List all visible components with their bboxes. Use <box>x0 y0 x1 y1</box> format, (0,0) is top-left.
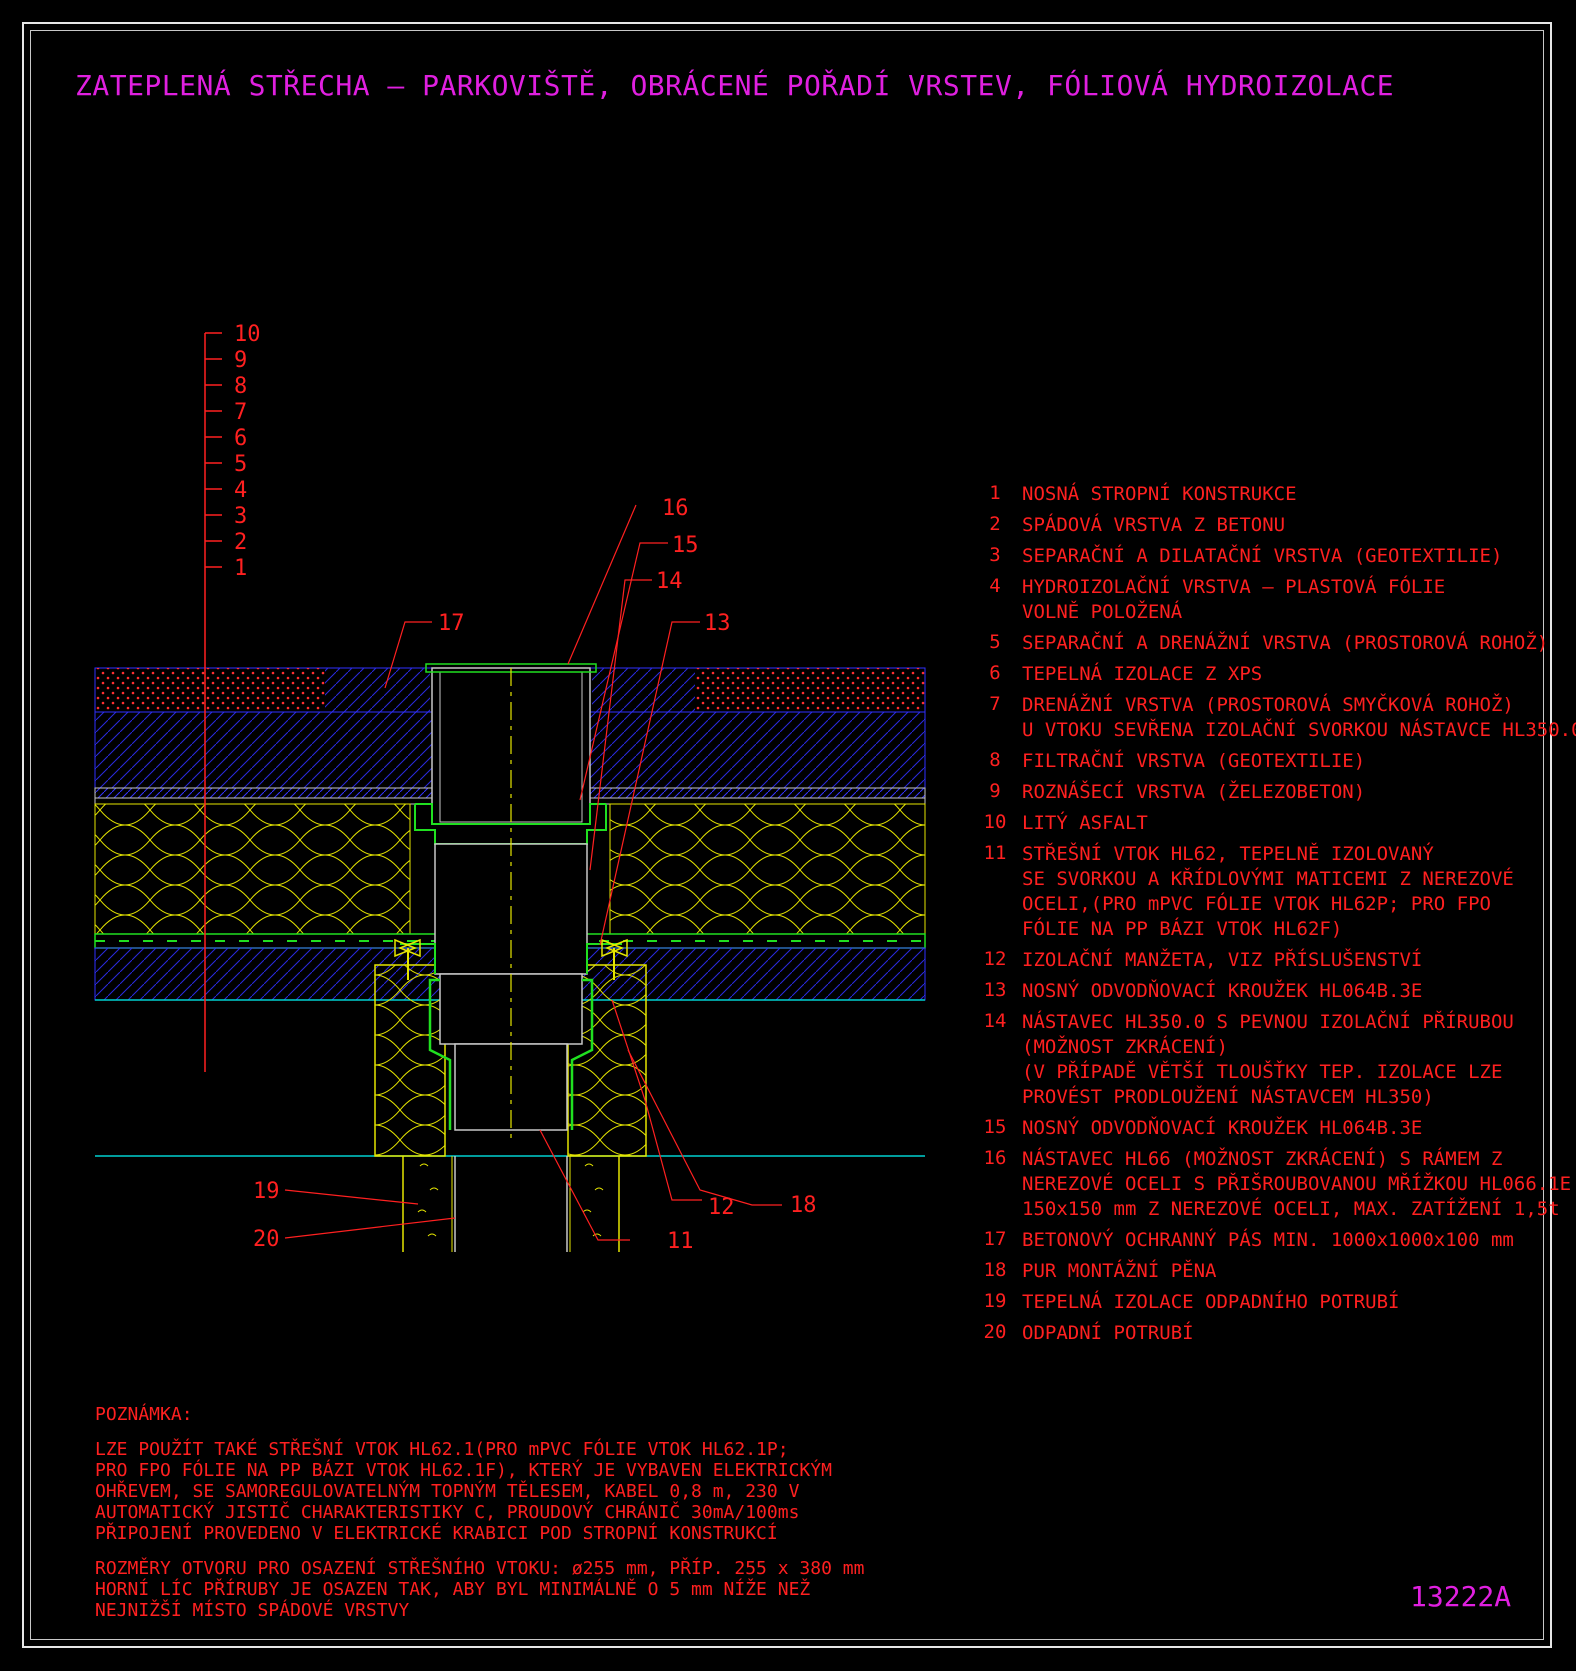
legend-item-text: 150x150 mm Z NEREZOVÉ OCELI, MAX. ZATÍŽE… <box>1022 1198 1560 1220</box>
legend-item-text: PUR MONTÁŽNÍ PĚNA <box>1022 1260 1217 1282</box>
legend-item-text: IZOLAČNÍ MANŽETA, VIZ PŘÍSLUŠENSTVÍ <box>1022 949 1423 971</box>
legend-item-text: PROVÉST PRODLOUŽENÍ NÁSTAVCEM HL350) <box>1022 1086 1434 1108</box>
callout-20: 20 <box>253 1227 280 1252</box>
legend-item-number: 7 <box>989 693 1001 715</box>
note-line: PŘIPOJENÍ PROVEDENO V ELEKTRICKÉ KRABICI… <box>95 1523 778 1544</box>
layer-scale-label: 8 <box>234 374 247 399</box>
legend-item-text: ODPADNÍ POTRUBÍ <box>1022 1322 1194 1344</box>
legend-item-text: TEPELNÁ IZOLACE Z XPS <box>1022 663 1263 685</box>
legend-item-text: DRENÁŽNÍ VRSTVA (PROSTOROVÁ SMYČKOVÁ ROH… <box>1022 694 1514 716</box>
xps-insulation-left <box>94 803 411 935</box>
legend-item-text: ROZNÁŠECÍ VRSTVA (ŽELEZOBETON) <box>1022 781 1366 803</box>
layer-scale-label: 4 <box>234 478 247 503</box>
legend-item-number: 6 <box>989 662 1001 684</box>
drawing-code: 13222A <box>1410 1580 1512 1613</box>
layer-scale-label: 5 <box>234 452 247 477</box>
note-line: PRO FPO FÓLIE NA PP BÁZI VTOK HL62.1F), … <box>95 1460 832 1481</box>
note-line: AUTOMATICKÝ JISTIČ CHARAKTERISTIKY C, PR… <box>95 1502 800 1523</box>
legend-item-text: (MOŽNOST ZKRÁCENÍ) <box>1022 1036 1228 1058</box>
note-line: NEJNIŽŠÍ MÍSTO SPÁDOVÉ VRSTVY <box>95 1600 410 1621</box>
concrete-band-hatch-left <box>325 668 430 712</box>
legend-item-text: SEPARAČNÍ A DRENÁŽNÍ VRSTVA (PROSTOROVÁ … <box>1022 632 1549 654</box>
note-line: ROZMĚRY OTVORU PRO OSAZENÍ STŘEŠNÍHO VTO… <box>95 1558 865 1579</box>
callout-13: 13 <box>704 611 731 636</box>
concrete-band-hatch-right <box>592 668 695 712</box>
legend-item-number: 4 <box>989 575 1001 597</box>
layer-scale-label: 1 <box>234 556 247 581</box>
legend-item-number: 17 <box>983 1228 1007 1250</box>
callout-19: 19 <box>253 1179 280 1204</box>
note-heading: POZNÁMKA: <box>95 1404 193 1425</box>
callout-14: 14 <box>656 569 683 594</box>
legend-item-number: 11 <box>983 842 1007 864</box>
legend-item-text: SE SVORKOU A KŘÍDLOVÝMI MATICEMI Z NEREZ… <box>1022 868 1514 890</box>
legend-item-number: 5 <box>989 631 1001 653</box>
legend-item-text: OCELI,(PRO mPVC FÓLIE VTOK HL62P; PRO FP… <box>1022 893 1491 915</box>
legend-item-number: 15 <box>983 1116 1007 1138</box>
note-block: POZNÁMKA: LZE POUŽÍT TAKÉ STŘEŠNÍ VTOK H… <box>95 1404 864 1621</box>
legend-item-number: 1 <box>989 482 1001 504</box>
legend-item-number: 8 <box>989 749 1001 771</box>
legend-item-text: NOSNÁ STROPNÍ KONSTRUKCE <box>1022 483 1297 505</box>
legend-item-text: NEREZOVÉ OCELI S PŘIŠROUBOVANOU MŘÍŽKOU … <box>1022 1173 1572 1195</box>
legend-item-number: 12 <box>983 948 1007 970</box>
note-line: HORNÍ LÍC PŘÍRUBY JE OSAZEN TAK, ABY BYL… <box>95 1579 811 1600</box>
asphalt-dots-left <box>95 668 325 712</box>
legend-item-number: 10 <box>983 811 1007 833</box>
legend-item-text: (V PŘÍPADĚ VĚTŠÍ TLOUŠŤKY TEP. IZOLACE L… <box>1022 1061 1503 1083</box>
legend-item-number: 9 <box>989 780 1001 802</box>
legend-item-number: 13 <box>983 979 1007 1001</box>
legend-item-number: 18 <box>983 1259 1007 1281</box>
layer-scale-label: 2 <box>234 530 247 555</box>
legend-item-text: TEPELNÁ IZOLACE ODPADNÍHO POTRUBÍ <box>1022 1291 1400 1313</box>
callout-17: 17 <box>438 611 465 636</box>
callout-18: 18 <box>790 1193 817 1218</box>
pur-foam-left <box>374 964 446 1157</box>
legend-item-text: SEPARAČNÍ A DILATAČNÍ VRSTVA (GEOTEXTILI… <box>1022 545 1503 567</box>
legend-item-text: NOSNÝ ODVODŇOVACÍ KROUŽEK HL064B.3E <box>1022 1117 1423 1139</box>
layer-scale-label: 7 <box>234 400 247 425</box>
xps-insulation-right <box>609 803 926 935</box>
callout-12: 12 <box>708 1195 735 1220</box>
legend-item-number: 20 <box>983 1321 1007 1343</box>
legend-item-number: 14 <box>983 1010 1007 1032</box>
note-paragraph-1: LZE POUŽÍT TAKÉ STŘEŠNÍ VTOK HL62.1(PRO … <box>95 1439 864 1544</box>
note-line: LZE POUŽÍT TAKÉ STŘEŠNÍ VTOK HL62.1(PRO … <box>95 1439 789 1460</box>
layer-scale-label: 10 <box>234 322 261 347</box>
pipe-insulation-marks <box>417 1163 604 1237</box>
legend-item-text: FILTRAČNÍ VRSTVA (GEOTEXTILIE) <box>1022 750 1366 772</box>
legend-item-number: 19 <box>983 1290 1007 1312</box>
legend-item-number: 2 <box>989 513 1001 535</box>
legend-item-text: STŘEŠNÍ VTOK HL62, TEPELNĚ IZOLOVANÝ <box>1022 843 1434 865</box>
note-paragraph-2: ROZMĚRY OTVORU PRO OSAZENÍ STŘEŠNÍHO VTO… <box>95 1558 864 1621</box>
layer-scale-label: 6 <box>234 426 247 451</box>
legend-item-text: HYDROIZOLAČNÍ VRSTVA – PLASTOVÁ FÓLIE <box>1022 576 1446 598</box>
legend-item-number: 16 <box>983 1147 1007 1169</box>
legend-item-number: 3 <box>989 544 1001 566</box>
legend-item-text: NÁSTAVEC HL66 (MOŽNOST ZKRÁCENÍ) S RÁMEM… <box>1022 1148 1503 1170</box>
legend-item-text: BETONOVÝ OCHRANNÝ PÁS MIN. 1000x1000x100… <box>1022 1229 1514 1251</box>
legend-item-text: SPÁDOVÁ VRSTVA Z BETONU <box>1022 514 1286 536</box>
layer-scale-label: 3 <box>234 504 247 529</box>
legend-item-text: LITÝ ASFALT <box>1022 812 1148 834</box>
callout-16: 16 <box>662 496 689 521</box>
legend-item-text: FÓLIE NA PP BÁZI VTOK HL62F) <box>1022 918 1343 940</box>
layer-scale-label: 9 <box>234 348 247 373</box>
asphalt-dots-right <box>695 668 925 712</box>
legend-item-text: VOLNĚ POLOŽENÁ <box>1022 601 1183 623</box>
note-line: OHŘEVEM, SE SAMOREGULOVATELNÝM TOPNÝM TĚ… <box>95 1481 800 1502</box>
callout-15: 15 <box>672 533 699 558</box>
layer-scale-ticks: 10987654321 <box>205 322 261 581</box>
callout-11: 11 <box>667 1229 694 1254</box>
legend-item-text: NÁSTAVEC HL350.0 S PEVNOU IZOLAČNÍ PŘÍRU… <box>1022 1011 1514 1033</box>
legend-item-text: NOSNÝ ODVODŇOVACÍ KROUŽEK HL064B.3E <box>1022 980 1423 1002</box>
legend-item-text: U VTOKU SEVŘENA IZOLAČNÍ SVORKOU NÁSTAVC… <box>1022 719 1576 741</box>
